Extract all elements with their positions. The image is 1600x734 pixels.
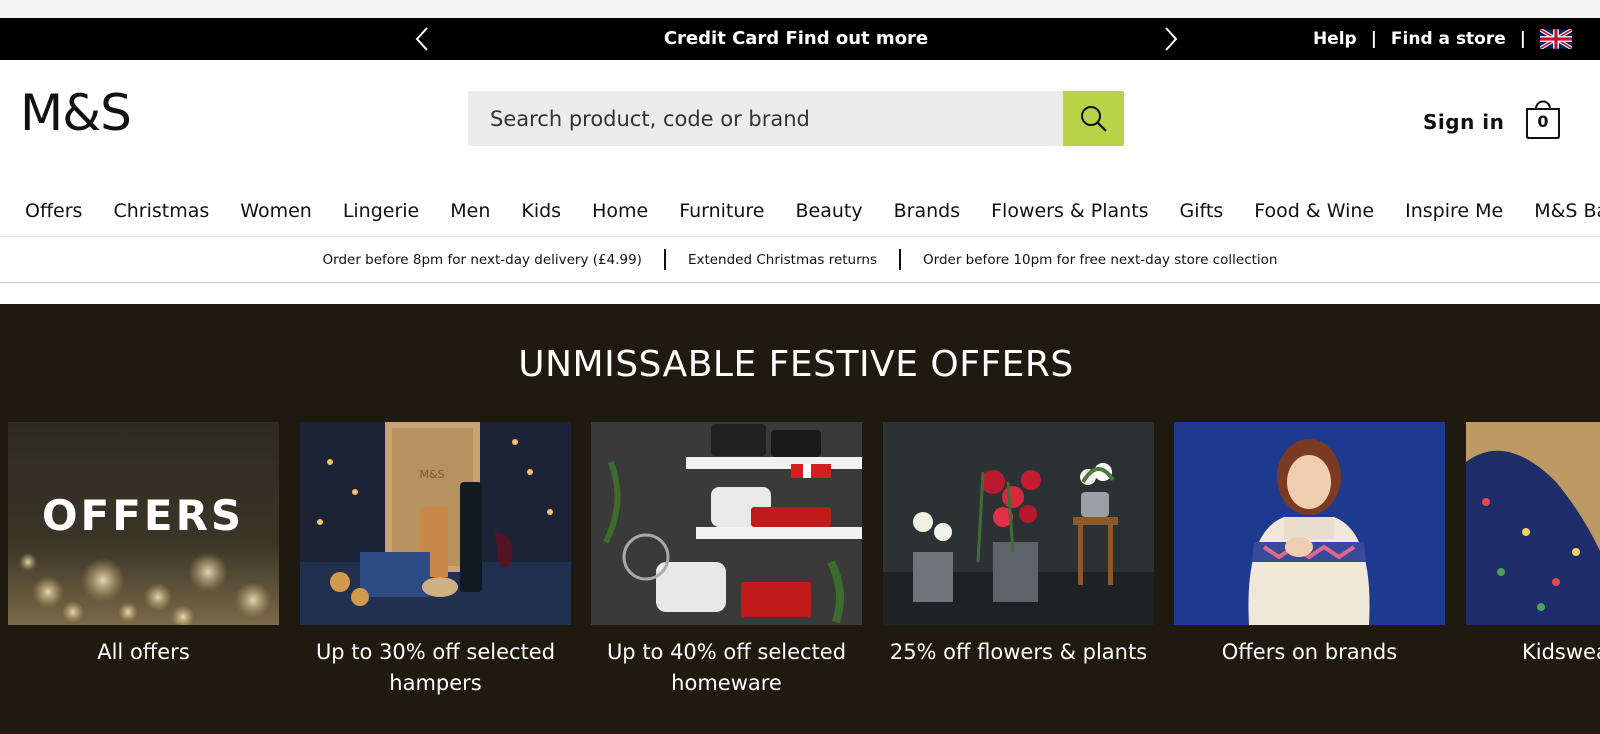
usp-store-collection[interactable]: Order before 10pm for free next-day stor…: [923, 252, 1277, 268]
nav-item-home[interactable]: Home: [592, 200, 648, 222]
usp-christmas-returns[interactable]: Extended Christmas returns: [688, 252, 877, 268]
nav-item-gifts[interactable]: Gifts: [1180, 200, 1224, 222]
offer-label: 25% off flowers & plants: [889, 640, 1148, 664]
festive-offers-section: UNMISSABLE FESTIVE OFFERS OFFERS All off…: [0, 304, 1600, 734]
nav-item-christmas[interactable]: Christmas: [113, 200, 209, 222]
nav-item-women[interactable]: Women: [240, 200, 312, 222]
find-a-store-link[interactable]: Find a store: [1391, 29, 1506, 49]
offer-label: All offers: [97, 640, 190, 664]
nav-item-furniture[interactable]: Furniture: [679, 200, 764, 222]
nav-item-kids[interactable]: Kids: [521, 200, 561, 222]
promo-link[interactable]: Credit Card Find out more: [600, 18, 992, 60]
usp-next-day-delivery[interactable]: Order before 8pm for next-day delivery (…: [323, 252, 642, 268]
hamper-logo-text: M&S: [419, 468, 444, 481]
offer-card-kidswear[interactable]: Kidswear: [1466, 422, 1600, 668]
usp-divider: [663, 249, 666, 270]
offers-heading: UNMISSABLE FESTIVE OFFERS: [518, 344, 1074, 385]
offer-card-all-offers[interactable]: OFFERS All offers: [8, 422, 279, 668]
main-nav: Offers Christmas Women Lingerie Men Kids…: [0, 194, 1600, 228]
offer-card-flowers-plants[interactable]: 25% off flowers & plants: [883, 422, 1154, 668]
offer-card-hampers[interactable]: M&S Up to 30% off selected hampers: [300, 422, 571, 699]
nav-item-ms-bank[interactable]: M&S Bank: [1534, 200, 1600, 222]
usp-divider: [899, 249, 902, 270]
offer-card-brands[interactable]: Offers on brands: [1174, 422, 1445, 668]
nav-item-lingerie[interactable]: Lingerie: [343, 200, 419, 222]
nav-item-food-wine[interactable]: Food & Wine: [1254, 200, 1374, 222]
basket-button[interactable]: 0: [1524, 96, 1564, 140]
basket-count: 0: [1537, 112, 1549, 131]
search-input[interactable]: [468, 91, 1064, 146]
search-button[interactable]: [1063, 91, 1124, 146]
nav-item-inspire-me[interactable]: Inspire Me: [1405, 200, 1503, 222]
uk-flag-icon[interactable]: [1540, 29, 1572, 49]
utility-separator: |: [1519, 29, 1526, 49]
search-icon: [1080, 105, 1107, 132]
chevron-left-icon: [415, 27, 428, 51]
sign-in-link[interactable]: Sign in: [1423, 110, 1504, 134]
promo-bar: Credit Card Find out more Help | Find a …: [0, 18, 1600, 60]
offer-label: Offers on brands: [1221, 640, 1398, 664]
offer-label: Up to 40% off selected homeware: [606, 640, 847, 695]
delivery-usp-bar: Order before 8pm for next-day delivery (…: [0, 236, 1600, 283]
offer-card-homeware[interactable]: Up to 40% off selected homeware: [591, 422, 862, 699]
offer-label: Up to 30% off selected hampers: [315, 640, 556, 695]
help-link[interactable]: Help: [1313, 29, 1357, 49]
site-header: M&S Sign in 0: [0, 60, 1600, 178]
browser-top-strip: [0, 0, 1600, 18]
offer-image-kidswear: [1466, 422, 1600, 625]
utility-separator: |: [1370, 29, 1377, 49]
nav-item-offers[interactable]: Offers: [25, 200, 82, 222]
offer-image-brands: [1174, 422, 1445, 625]
nav-item-flowers-plants[interactable]: Flowers & Plants: [991, 200, 1148, 222]
nav-item-beauty[interactable]: Beauty: [796, 200, 863, 222]
chevron-right-icon: [1165, 27, 1178, 51]
search-bar: [468, 91, 1124, 146]
ms-logo[interactable]: M&S: [20, 88, 132, 138]
promo-prev-button[interactable]: [409, 26, 435, 52]
offer-image-homeware: [591, 422, 862, 625]
offer-image-flowers-plants: [883, 422, 1154, 625]
offers-image-text: OFFERS: [42, 491, 244, 540]
offer-label: Kidswear: [1522, 640, 1600, 664]
utility-links: Help | Find a store |: [1313, 18, 1600, 60]
offer-image-hampers: M&S: [300, 422, 571, 625]
nav-item-men[interactable]: Men: [450, 200, 490, 222]
nav-item-brands[interactable]: Brands: [894, 200, 961, 222]
promo-next-button[interactable]: [1158, 26, 1184, 52]
offer-image-all-offers: OFFERS: [8, 422, 279, 625]
